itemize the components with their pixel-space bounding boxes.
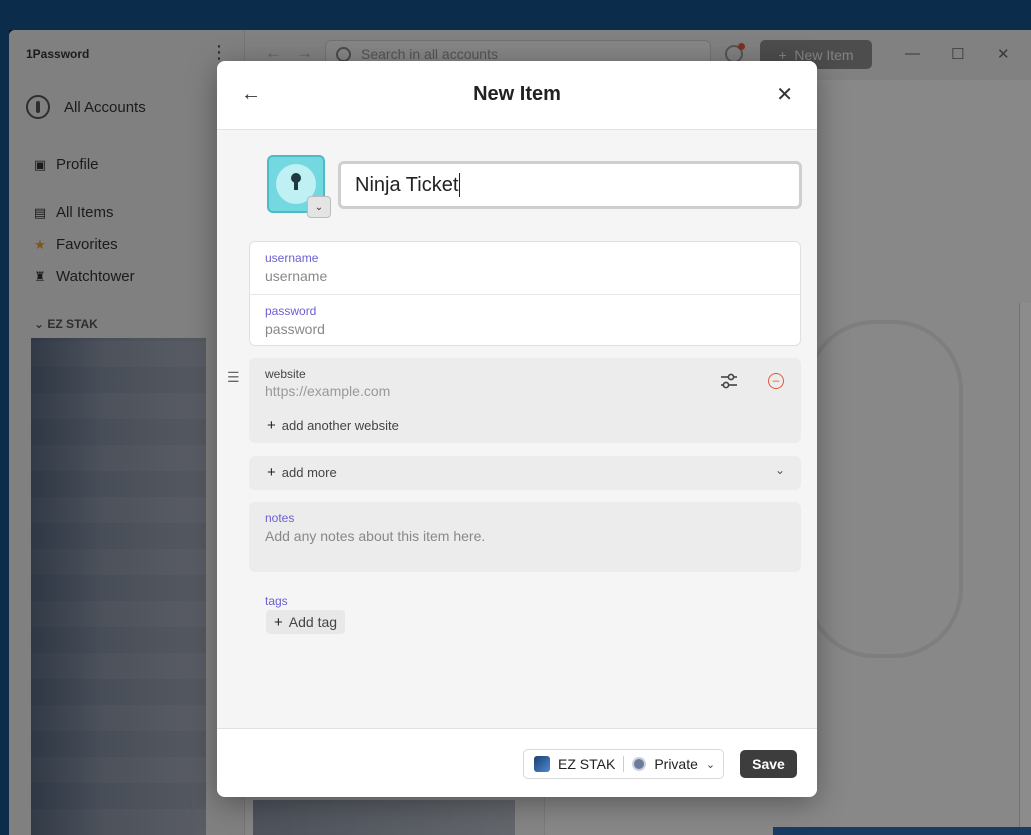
close-icon[interactable]: ✕ xyxy=(776,82,793,107)
keyhole-stem xyxy=(294,180,298,190)
drag-handle-icon[interactable]: ☰ xyxy=(227,369,240,386)
username-placeholder: username xyxy=(265,268,328,284)
vault-name: Private xyxy=(654,756,698,772)
divider xyxy=(623,756,625,772)
dialog-title: New Item xyxy=(473,83,561,105)
add-another-website-button[interactable]: + add another website xyxy=(267,417,399,434)
password-placeholder: password xyxy=(265,321,325,337)
credentials-card: username username password password xyxy=(249,241,801,346)
add-tag-button[interactable]: + Add tag xyxy=(266,610,346,634)
save-button[interactable]: Save xyxy=(740,750,797,778)
plus-icon: + xyxy=(274,613,283,631)
vault-icon xyxy=(632,757,647,771)
account-avatar xyxy=(534,756,550,772)
website-input[interactable]: https://example.com xyxy=(265,383,390,399)
account-name: EZ STAK xyxy=(558,756,616,772)
chevron-down-icon: ⌄ xyxy=(774,463,785,477)
remove-circle-icon[interactable]: – xyxy=(768,373,784,389)
password-label: password xyxy=(265,304,317,318)
icon-dropdown-chevron-down-icon[interactable]: ⌄ xyxy=(307,196,331,218)
new-item-dialog: ← New Item ✕ ⌄ Ninja Ticket username use… xyxy=(217,61,817,797)
item-title-value: Ninja Ticket xyxy=(355,173,459,196)
dialog-header: ← New Item ✕ xyxy=(217,61,817,130)
password-field[interactable]: password password xyxy=(250,294,800,347)
tags-label: tags xyxy=(265,594,288,608)
plus-icon: + xyxy=(267,464,276,481)
item-title-input[interactable]: Ninja Ticket xyxy=(338,161,802,209)
add-more-button[interactable]: + add more ⌄ xyxy=(249,456,801,490)
username-field[interactable]: username username xyxy=(250,242,800,294)
plus-icon: + xyxy=(267,417,276,434)
settings-sliders-icon[interactable] xyxy=(719,371,739,391)
text-caret xyxy=(459,173,461,197)
notes-field[interactable]: notes Add any notes about this item here… xyxy=(249,502,801,572)
username-label: username xyxy=(265,251,319,265)
notes-placeholder: Add any notes about this item here. xyxy=(265,528,486,544)
vault-picker[interactable]: EZ STAK Private ⌄ xyxy=(523,749,725,779)
website-card: website https://example.com – + add anoth… xyxy=(249,358,801,443)
website-label: website xyxy=(265,367,306,381)
chevron-down-icon: ⌄ xyxy=(705,758,716,771)
dialog-footer: EZ STAK Private ⌄ Save xyxy=(217,728,817,797)
add-more-label: + add more xyxy=(267,464,337,481)
notes-label: notes xyxy=(265,511,295,525)
